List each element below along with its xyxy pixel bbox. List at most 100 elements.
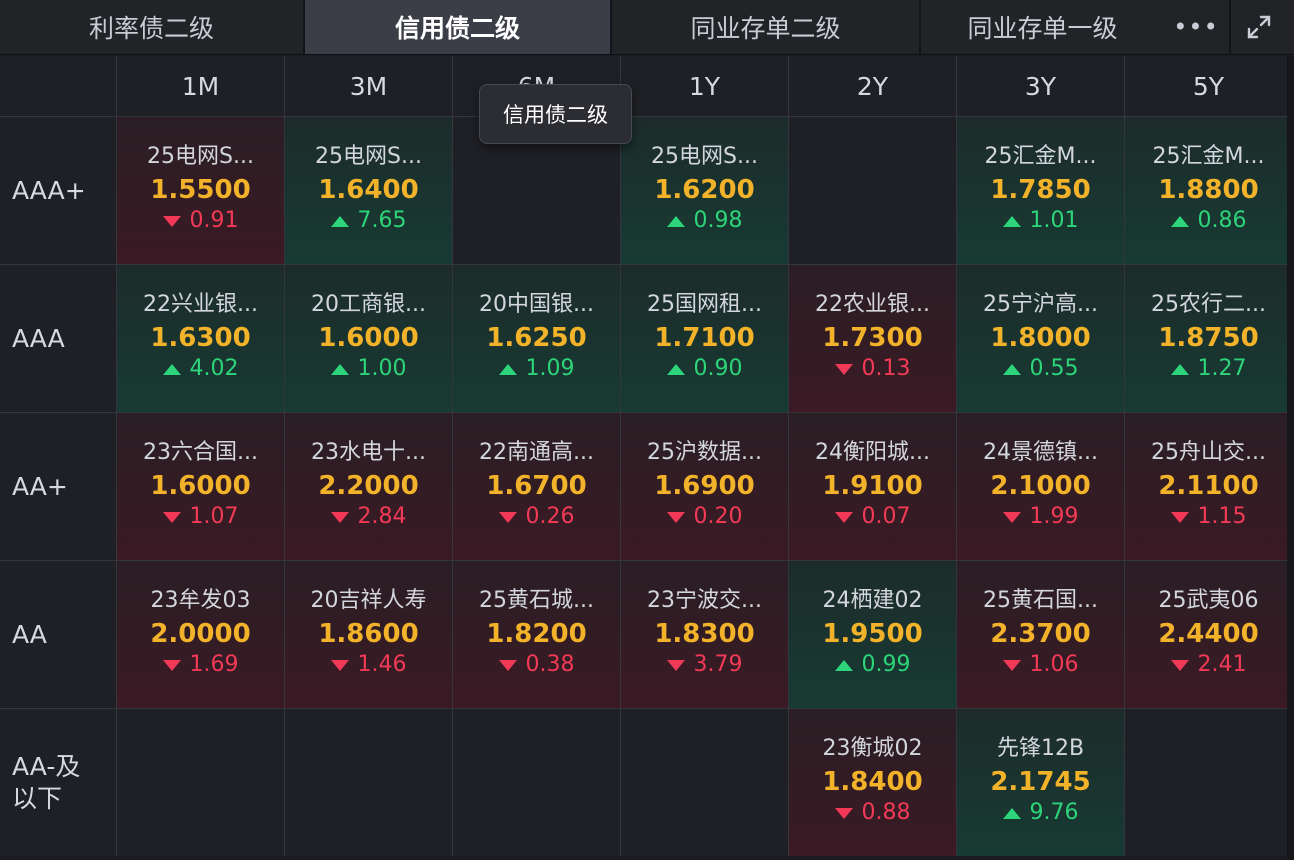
bond-change: 1.15	[1170, 503, 1247, 531]
column-header-3m: 3M	[285, 56, 452, 116]
bond-name: 25农行二...	[1151, 292, 1266, 317]
bond-change-value: 2.84	[357, 504, 407, 529]
bond-name: 23六合国...	[143, 440, 258, 465]
bond-change-value: 0.91	[189, 208, 239, 233]
bond-cell[interactable]: 22农业银... 1.7300 0.13	[789, 265, 956, 412]
bond-yield: 1.8300	[654, 619, 755, 649]
tab-ncd-primary[interactable]: 同业存单一级	[921, 0, 1164, 54]
bond-change: 0.26	[498, 503, 574, 531]
scrollbar-track[interactable]	[1287, 56, 1294, 860]
bond-cell[interactable]: 23宁波交... 1.8300 3.79	[621, 561, 788, 708]
bond-yield: 1.6200	[654, 175, 755, 205]
bond-cell[interactable]: 25沪数据... 1.6900 0.20	[621, 413, 788, 560]
triangle-up-icon	[498, 363, 517, 375]
bond-change: 0.55	[1002, 355, 1078, 383]
bond-cell[interactable]: 25汇金M... 1.7850 1.01	[957, 117, 1124, 264]
bond-name: 25黄石城...	[479, 588, 594, 613]
bond-yield: 1.9100	[822, 471, 923, 501]
bond-cell[interactable]: 20吉祥人寿 1.8600 1.46	[285, 561, 452, 708]
bond-change: 0.20	[666, 503, 742, 531]
bond-cell[interactable]: 先锋12B 2.1745 9.76	[957, 709, 1124, 856]
bond-change-value: 1.07	[189, 504, 239, 529]
bond-change-value: 1.15	[1197, 504, 1247, 529]
bond-yield: 2.4400	[1158, 619, 1259, 649]
bond-name: 25武夷06	[1158, 588, 1259, 613]
ellipsis-icon[interactable]: •••	[1164, 0, 1228, 54]
bond-change: 0.38	[498, 651, 575, 679]
yield-matrix: 1M3M6M1Y2Y3Y5YAAA+25电网S...1.55000.9125电网…	[0, 56, 1292, 856]
bond-name: 25黄石国...	[983, 588, 1098, 613]
bond-change-value: 9.76	[1029, 800, 1079, 825]
bond-yield: 2.1000	[990, 471, 1091, 501]
bond-cell[interactable]: 25电网S... 1.6400 7.65	[285, 117, 452, 264]
empty-cell	[117, 709, 284, 856]
bond-yield: 1.8600	[318, 619, 419, 649]
bond-change: 0.91	[162, 207, 239, 235]
bond-cell[interactable]: 22南通高... 1.6700 0.26	[453, 413, 620, 560]
row-header-rating: AAA+	[0, 117, 116, 264]
bond-change: 0.98	[666, 207, 742, 235]
bond-cell[interactable]: 25武夷06 2.4400 2.41	[1125, 561, 1292, 708]
bond-cell[interactable]: 25国网租... 1.7100 0.90	[621, 265, 788, 412]
bond-name: 24栖建02	[822, 588, 923, 613]
bond-change: 1.01	[1002, 207, 1078, 235]
tab-ncd-secondary[interactable]: 同业存单二级	[612, 0, 921, 54]
bond-name: 25电网S...	[147, 144, 254, 169]
bond-cell[interactable]: 24衡阳城... 1.9100 0.07	[789, 413, 956, 560]
bond-cell[interactable]: 23六合国... 1.6000 1.07	[117, 413, 284, 560]
expand-arrows-icon	[1247, 15, 1271, 39]
bond-cell[interactable]: 23牟发03 2.0000 1.69	[117, 561, 284, 708]
bond-yield: 1.9500	[822, 619, 923, 649]
bond-cell[interactable]: 24景德镇... 2.1000 1.99	[957, 413, 1124, 560]
tab-credit-bond-secondary[interactable]: 信用债二级	[305, 0, 612, 54]
bond-change-value: 1.99	[1029, 504, 1079, 529]
bond-cell[interactable]: 25农行二... 1.8750 1.27	[1125, 265, 1292, 412]
triangle-down-icon	[162, 659, 181, 671]
triangle-down-icon	[1002, 511, 1021, 523]
bond-change: 1.07	[162, 503, 239, 531]
bond-name: 20吉祥人寿	[310, 588, 427, 613]
bond-cell[interactable]: 23水电十... 2.2000 2.84	[285, 413, 452, 560]
triangle-up-icon	[330, 215, 349, 227]
bond-change: 3.79	[666, 651, 742, 679]
bond-cell[interactable]: 25电网S... 1.6200 0.98	[621, 117, 788, 264]
bond-cell[interactable]: 24栖建02 1.9500 0.99	[789, 561, 956, 708]
bond-change-value: 0.07	[861, 504, 911, 529]
triangle-down-icon	[666, 659, 685, 671]
tab-bar: 利率债二级 信用债二级 同业存单二级 同业存单一级 •••	[0, 0, 1294, 55]
bond-yield: 1.7100	[654, 323, 755, 353]
bond-cell[interactable]: 25舟山交... 2.1100 1.15	[1125, 413, 1292, 560]
row-header-rating: AA	[0, 561, 116, 708]
bond-yield: 1.7850	[990, 175, 1091, 205]
row-header-rating: AA+	[0, 413, 116, 560]
bond-change-value: 0.38	[525, 652, 575, 677]
bond-change: 0.99	[834, 651, 910, 679]
bond-name: 25电网S...	[315, 144, 422, 169]
bond-name: 25舟山交...	[1151, 440, 1266, 465]
bond-yield: 2.3700	[990, 619, 1091, 649]
bond-change-value: 1.00	[357, 356, 407, 381]
tab-rate-bond-secondary[interactable]: 利率债二级	[0, 0, 305, 54]
bond-name: 25汇金M...	[984, 144, 1097, 169]
bond-name: 24景德镇...	[983, 440, 1098, 465]
bond-name: 23水电十...	[311, 440, 426, 465]
bond-cell[interactable]: 20中国银... 1.6250 1.09	[453, 265, 620, 412]
bond-cell[interactable]: 25汇金M... 1.8800 0.86	[1125, 117, 1292, 264]
bond-cell[interactable]: 25黄石国... 2.3700 1.06	[957, 561, 1124, 708]
column-header-1y: 1Y	[621, 56, 788, 116]
bond-cell[interactable]: 22兴业银... 1.6300 4.02	[117, 265, 284, 412]
bond-name: 23衡城02	[822, 736, 923, 761]
bond-change-value: 0.13	[861, 356, 911, 381]
bond-cell[interactable]: 25电网S... 1.5500 0.91	[117, 117, 284, 264]
bond-cell[interactable]: 23衡城02 1.8400 0.88	[789, 709, 956, 856]
bond-change: 7.65	[330, 207, 406, 235]
bond-name: 25沪数据...	[647, 440, 762, 465]
bond-cell[interactable]: 25宁沪高... 1.8000 0.55	[957, 265, 1124, 412]
triangle-up-icon	[666, 363, 685, 375]
bond-cell[interactable]: 20工商银... 1.6000 1.00	[285, 265, 452, 412]
triangle-down-icon	[834, 363, 853, 375]
bond-cell[interactable]: 25黄石城... 1.8200 0.38	[453, 561, 620, 708]
bond-change-value: 1.46	[357, 652, 407, 677]
expand-icon[interactable]	[1229, 0, 1287, 54]
triangle-down-icon	[666, 511, 685, 523]
